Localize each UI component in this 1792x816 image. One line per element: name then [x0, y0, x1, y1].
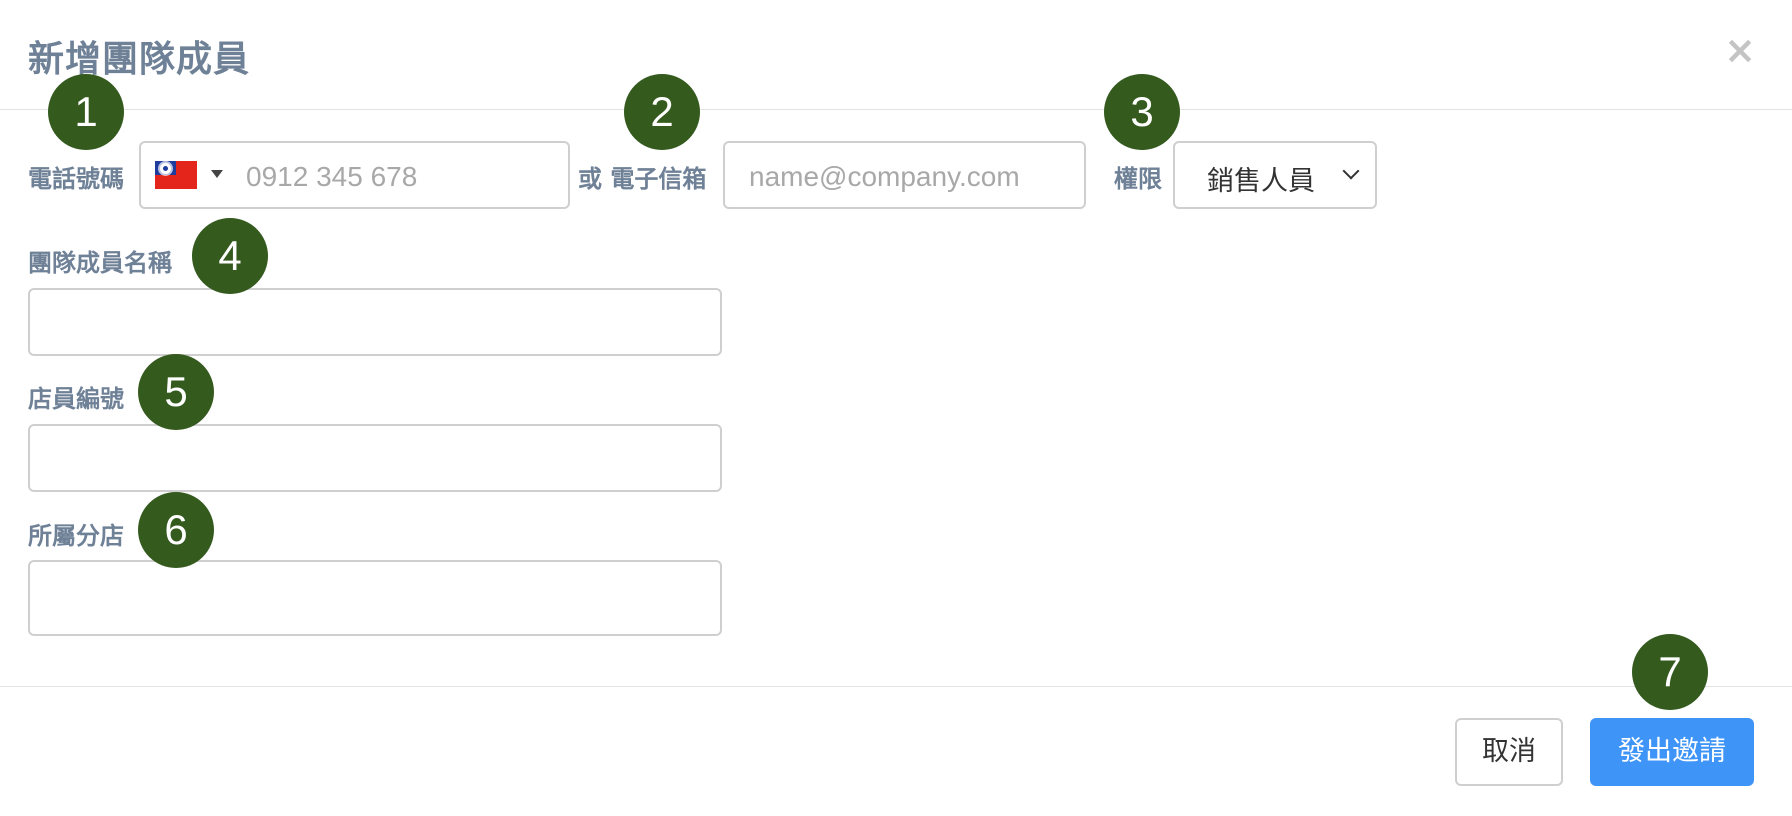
- annotation-badge-6: 6: [138, 492, 214, 568]
- close-icon[interactable]: ×: [1724, 28, 1756, 72]
- branch-input[interactable]: [28, 560, 722, 636]
- modal-header: 新增團隊成員 ×: [0, 0, 1792, 110]
- member-name-label: 團隊成員名稱: [28, 249, 172, 277]
- phone-input[interactable]: 0912 345 678: [139, 141, 570, 209]
- chevron-down-icon: [1342, 162, 1360, 180]
- annotation-badge-1: 1: [48, 74, 124, 150]
- add-team-member-modal: 新增團隊成員 × 電話號碼 0912 345 678 或 電子信箱 name@c…: [0, 0, 1792, 816]
- country-code-dropdown[interactable]: [155, 161, 241, 193]
- annotation-badge-2: 2: [624, 74, 700, 150]
- phone-label: 電話號碼: [28, 165, 124, 193]
- caret-down-icon: [211, 170, 223, 178]
- email-label: 或 電子信箱: [578, 165, 707, 193]
- annotation-badge-7: 7: [1632, 634, 1708, 710]
- modal-title: 新增團隊成員: [28, 39, 251, 80]
- email-placeholder: name@company.com: [749, 161, 1020, 192]
- staff-id-input[interactable]: [28, 424, 722, 492]
- role-select[interactable]: 銷售人員: [1173, 141, 1377, 209]
- role-label: 權限: [1114, 165, 1162, 193]
- role-selected-value: 銷售人員: [1207, 166, 1315, 197]
- annotation-badge-5: 5: [138, 354, 214, 430]
- footer-divider: [0, 686, 1792, 687]
- member-name-input[interactable]: [28, 288, 722, 356]
- email-input[interactable]: name@company.com: [723, 141, 1086, 209]
- annotation-badge-4: 4: [192, 218, 268, 294]
- phone-placeholder: 0912 345 678: [246, 161, 418, 192]
- staff-id-label: 店員編號: [28, 385, 124, 413]
- cancel-button[interactable]: 取消: [1455, 718, 1563, 786]
- taiwan-flag-icon: [155, 161, 197, 189]
- annotation-badge-3: 3: [1104, 74, 1180, 150]
- branch-label: 所屬分店: [28, 522, 124, 550]
- send-invite-button[interactable]: 發出邀請: [1590, 718, 1754, 786]
